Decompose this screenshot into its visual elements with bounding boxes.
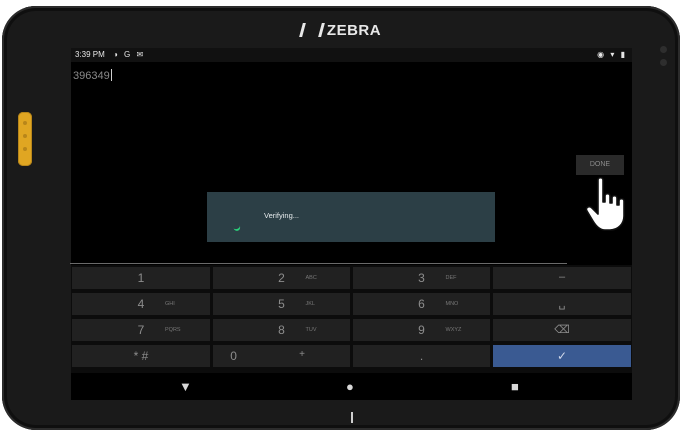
dialog-message: Verifying... bbox=[264, 211, 300, 220]
zebra-logo-icon bbox=[299, 23, 325, 37]
progress-spinner-icon bbox=[231, 221, 242, 232]
key-1[interactable]: 1 bbox=[72, 267, 210, 289]
touch-hand-icon bbox=[585, 176, 625, 231]
side-scan-button[interactable] bbox=[18, 112, 32, 166]
brand-name: ZEBRA bbox=[326, 22, 382, 39]
key-4[interactable]: 4 GHI bbox=[72, 293, 210, 315]
key-period[interactable]: . bbox=[353, 345, 490, 367]
pin-input[interactable]: 396349 bbox=[73, 69, 112, 82]
navigation-bar: ▼ ● ■ bbox=[71, 373, 632, 400]
checkmark-icon: ✓ bbox=[556, 349, 568, 363]
key-3[interactable]: 3 DEF bbox=[353, 267, 490, 289]
key-6[interactable]: 6 MNO bbox=[353, 293, 490, 315]
screen: 3:39 PM ◑ G ✉ ◉ ▾ ▮ 396349 DONE Verifyin… bbox=[71, 48, 632, 400]
backspace-icon: ⌫ bbox=[554, 324, 570, 336]
key-enter[interactable]: ✓ bbox=[493, 345, 631, 367]
status-time: 3:39 PM bbox=[75, 50, 105, 59]
back-icon[interactable]: ▼ bbox=[179, 379, 192, 394]
status-bar: 3:39 PM ◑ G ✉ ◉ ▾ ▮ bbox=[71, 48, 632, 62]
bottom-indicator bbox=[351, 412, 353, 423]
key-7[interactable]: 7 PQRS bbox=[72, 319, 210, 341]
done-button[interactable]: DONE bbox=[576, 155, 624, 175]
numeric-keypad: 1 2 ABC 3 DEF – 4 GHI 5 JKL 6 MNO ␣ 7 PQRS 8 TU… bbox=[71, 265, 632, 373]
verifying-dialog: Verifying... bbox=[207, 192, 495, 242]
key-9[interactable]: 9 WXYZ bbox=[353, 319, 490, 341]
front-camera-icon bbox=[660, 46, 667, 53]
key-minus[interactable]: – bbox=[493, 267, 631, 289]
recents-icon[interactable]: ■ bbox=[511, 379, 519, 394]
light-sensor-icon bbox=[660, 59, 667, 66]
key-0[interactable]: 0 + bbox=[213, 345, 350, 367]
key-8[interactable]: 8 TUV bbox=[213, 319, 350, 341]
key-5[interactable]: 5 JKL bbox=[213, 293, 350, 315]
key-2[interactable]: 2 ABC bbox=[213, 267, 350, 289]
space-icon: ␣ bbox=[558, 298, 566, 310]
zebra-logo: ZEBRA bbox=[2, 22, 680, 39]
key-space[interactable]: ␣ bbox=[493, 293, 631, 315]
key-backspace[interactable]: ⌫ bbox=[493, 319, 631, 341]
home-icon[interactable]: ● bbox=[346, 379, 354, 394]
key-symbols[interactable]: * # bbox=[72, 345, 210, 367]
status-system-icons: ◉ ▾ ▮ bbox=[597, 50, 627, 59]
status-notification-icons: ◑ G ✉ bbox=[113, 50, 146, 59]
text-cursor bbox=[110, 69, 112, 81]
input-divider bbox=[70, 263, 567, 264]
pin-input-value: 396349 bbox=[73, 70, 110, 82]
